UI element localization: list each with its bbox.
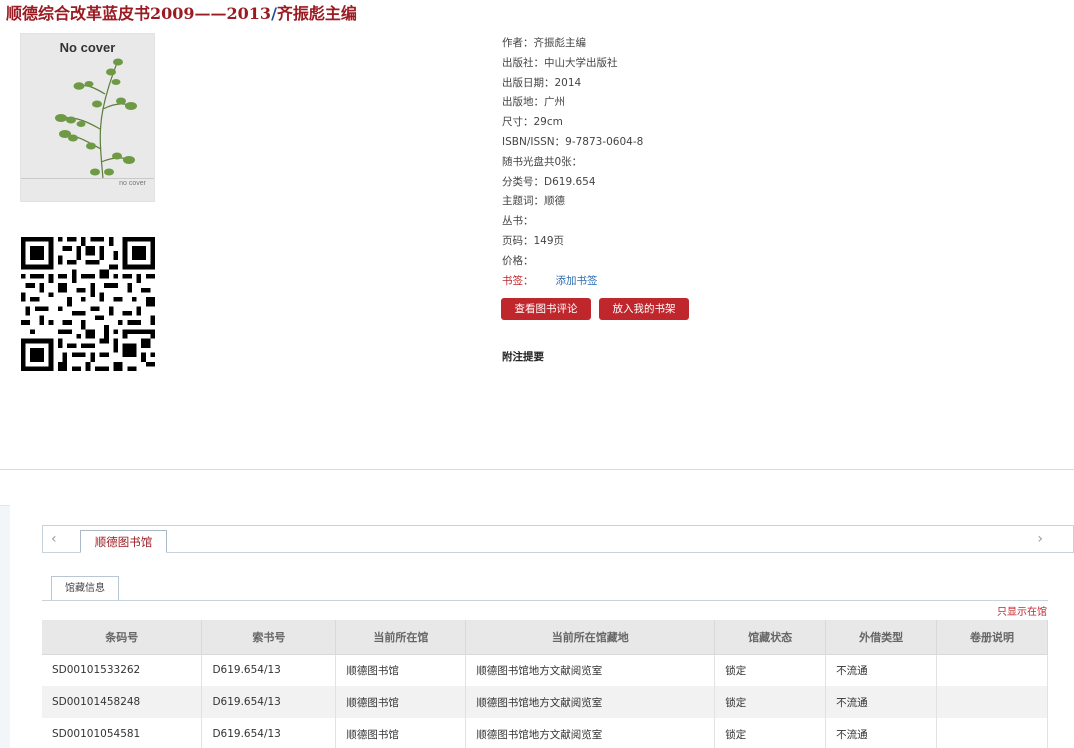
- meta-size: 尺寸：29cm: [502, 116, 563, 129]
- book-metadata: 作者：齐振彪主编 出版社：中山大学出版社 出版日期：2014 出版地：广州 尺寸…: [502, 36, 643, 293]
- cell-status: 锁定: [714, 718, 827, 748]
- cell-location: 顺德图书馆地方文献阅览室: [465, 718, 716, 748]
- qr-code: [21, 237, 155, 371]
- book-title: 顺德综合改革蓝皮书2009——2013/齐振彪主编: [6, 0, 357, 24]
- meta-classification: 分类号：D619.654: [502, 175, 596, 188]
- col-status: 馆藏状态: [714, 620, 827, 655]
- meta-author: 作者：齐振彪主编: [502, 37, 586, 49]
- only-show-available-link[interactable]: 只显示在馆: [997, 603, 1047, 618]
- section-divider: [0, 469, 1074, 470]
- library-tab-strip: ‹ ›: [42, 525, 1074, 553]
- cell-call-number: D619.654/13: [201, 686, 337, 718]
- cell-volume-note: [936, 718, 1048, 748]
- bookmark-label: 书签：: [502, 274, 534, 287]
- cell-location: 顺德图书馆地方文献阅览室: [465, 654, 716, 686]
- cell-loan-type: 不流通: [825, 654, 938, 686]
- meta-subject: 主题词：顺德: [502, 195, 565, 208]
- meta-cd: 随书光盘共0张：: [502, 155, 583, 168]
- cell-loan-type: 不流通: [825, 718, 938, 748]
- chevron-right-icon[interactable]: ›: [1037, 531, 1043, 547]
- book-title-main: 顺德综合改革蓝皮书2009——2013: [6, 4, 272, 23]
- cell-status: 锁定: [714, 686, 827, 718]
- cell-barcode: SD00101533262: [42, 654, 203, 686]
- add-bookmark-link[interactable]: 添加书签: [556, 275, 598, 287]
- cell-barcode: SD00101054581: [42, 718, 203, 748]
- cell-volume-note: [936, 654, 1048, 686]
- add-to-shelf-button[interactable]: 放入我的书架: [599, 298, 689, 320]
- meta-pages: 页码：149页: [502, 234, 565, 247]
- cell-volume-note: [936, 686, 1048, 718]
- col-volume-note: 卷册说明: [936, 620, 1048, 655]
- meta-isbn: ISBN/ISSN：9-7873-0604-8: [502, 135, 644, 148]
- cover-footer-text: no cover: [119, 180, 146, 187]
- cell-barcode: SD00101458248: [42, 686, 203, 718]
- cell-library: 顺德图书馆: [335, 686, 467, 718]
- cover-shelf-line: [21, 178, 154, 179]
- col-loan-type: 外借类型: [825, 620, 938, 655]
- cell-library: 顺德图书馆: [335, 718, 467, 748]
- table-header-row: 条码号 索书号 当前所在馆 当前所在馆藏地 馆藏状态 外借类型 卷册说明: [42, 620, 1048, 655]
- meta-publisher: 出版社：中山大学出版社: [502, 56, 618, 69]
- meta-pub-date: 出版日期：2014: [502, 76, 582, 89]
- cell-call-number: D619.654/13: [201, 654, 337, 686]
- table-row: SD00101054581 D619.654/13 顺德图书馆 顺德图书馆地方文…: [42, 718, 1048, 748]
- meta-price: 价格：: [502, 254, 534, 267]
- cell-call-number: D619.654/13: [201, 718, 337, 748]
- cell-loan-type: 不流通: [825, 686, 938, 718]
- book-title-author: 齐振彪主编: [276, 4, 357, 23]
- abstract-heading: 附注提要: [502, 351, 544, 363]
- col-current-library: 当前所在馆: [335, 620, 467, 655]
- plant-illustration: [55, 58, 137, 180]
- col-call-number: 索书号: [201, 620, 337, 655]
- table-row: SD00101458248 D619.654/13 顺德图书馆 顺德图书馆地方文…: [42, 686, 1048, 718]
- book-cover: No cover no cover: [20, 33, 155, 202]
- cell-location: 顺德图书馆地方文献阅览室: [465, 686, 716, 718]
- col-current-location: 当前所在馆藏地: [465, 620, 716, 655]
- tab-holdings-info[interactable]: 馆藏信息: [51, 576, 119, 600]
- table-row: SD00101533262 D619.654/13 顺德图书馆 顺德图书馆地方文…: [42, 654, 1048, 686]
- col-barcode: 条码号: [42, 620, 203, 655]
- meta-pub-place: 出版地：广州: [502, 96, 565, 109]
- meta-series: 丛书：: [502, 215, 534, 228]
- view-reviews-button[interactable]: 查看图书评论: [501, 298, 591, 320]
- cell-library: 顺德图书馆: [335, 654, 467, 686]
- chevron-left-icon[interactable]: ‹: [51, 531, 57, 547]
- meta-bookmark: 书签： 添加书签: [502, 274, 643, 294]
- holdings-table: 条码号 索书号 当前所在馆 当前所在馆藏地 馆藏状态 外借类型 卷册说明 SD0…: [42, 620, 1048, 748]
- cell-status: 锁定: [714, 654, 827, 686]
- subtab-divider: [42, 600, 1048, 601]
- cover-text: No cover: [59, 40, 116, 55]
- tab-library[interactable]: 顺德图书馆: [80, 530, 167, 553]
